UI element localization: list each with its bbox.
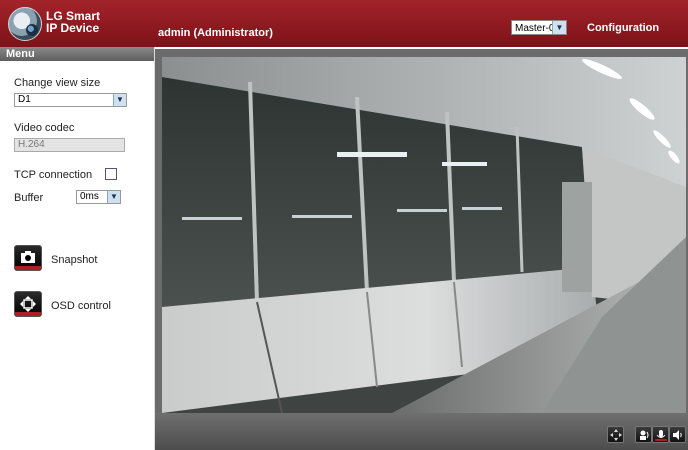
chevron-down-icon: ▼ — [113, 94, 126, 106]
stream-select[interactable]: Master-0 ▼ — [511, 20, 567, 35]
view-size-label: Change view size — [14, 77, 101, 89]
camera-icon — [21, 251, 35, 263]
tcp-checkbox[interactable] — [105, 168, 117, 180]
speaker-talk-icon[interactable] — [635, 426, 652, 443]
brand-title: LG Smart IP Device — [46, 10, 100, 34]
video-image — [162, 57, 686, 413]
snapshot-button[interactable] — [14, 245, 42, 271]
top-header: LG Smart IP Device admin (Administrator)… — [0, 0, 688, 47]
snapshot-label[interactable]: Snapshot — [51, 254, 97, 266]
user-label: admin (Administrator) — [158, 27, 273, 39]
view-size-value: D1 — [18, 94, 31, 105]
osd-label[interactable]: OSD control — [51, 300, 111, 312]
osd-move-icon — [20, 296, 36, 312]
sidebar: Menu Change view size D1 ▼ Video codec H… — [0, 47, 155, 450]
stream-select-value: Master-0 — [515, 23, 555, 34]
chevron-down-icon: ▼ — [107, 191, 120, 203]
move-icon[interactable] — [607, 426, 624, 443]
configuration-link[interactable]: Configuration — [587, 22, 659, 34]
control-bar — [155, 413, 688, 450]
codec-field: H.264 — [14, 138, 125, 152]
microphone-icon[interactable] — [652, 426, 669, 443]
live-video[interactable] — [162, 57, 686, 413]
buffer-select[interactable]: 0ms ▼ — [76, 190, 121, 204]
volume-icon[interactable] — [669, 426, 686, 443]
osd-control-button[interactable] — [14, 291, 42, 317]
codec-label: Video codec — [14, 122, 75, 134]
brand-line2: IP Device — [46, 21, 100, 35]
chevron-down-icon: ▼ — [552, 21, 566, 34]
camera-logo-icon — [8, 7, 42, 41]
buffer-label: Buffer — [14, 192, 44, 204]
buffer-value: 0ms — [80, 191, 99, 202]
menu-title: Menu — [0, 47, 154, 61]
view-size-select[interactable]: D1 ▼ — [14, 93, 127, 107]
tcp-label: TCP connection — [14, 169, 93, 181]
